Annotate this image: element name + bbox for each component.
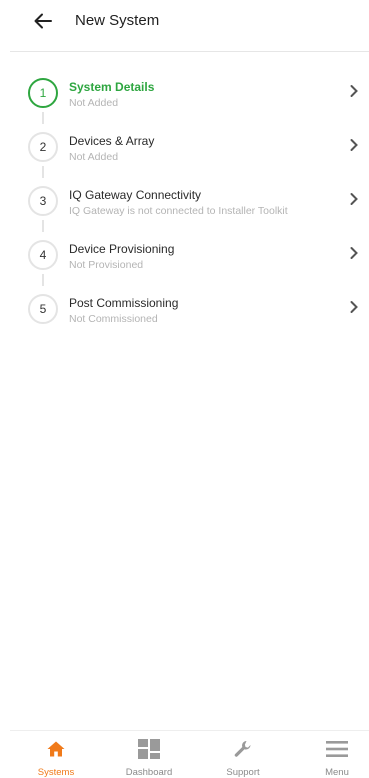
step-number-circle: 2 — [28, 132, 58, 162]
chevron-right-icon — [350, 247, 358, 259]
step-status: IQ Gateway is not connected to Installer… — [69, 205, 288, 217]
chevron-right-icon — [350, 85, 358, 97]
step-devices-array[interactable]: 2 Devices & Array Not Added — [0, 126, 369, 170]
arrow-left-icon — [34, 13, 52, 29]
step-number-circle: 5 — [28, 294, 58, 324]
nav-divider — [10, 730, 369, 731]
step-number-circle: 3 — [28, 186, 58, 216]
chevron-right-icon — [350, 139, 358, 151]
nav-dashboard[interactable]: Dashboard — [114, 738, 184, 778]
step-title: IQ Gateway Connectivity — [69, 188, 202, 202]
home-icon — [45, 738, 67, 760]
wrench-icon — [232, 738, 254, 760]
page-title: New System — [75, 12, 160, 29]
step-status: Not Added — [69, 151, 119, 163]
step-title: Device Provisioning — [69, 242, 175, 256]
app-root: New System 1 System Details Not Added 2 … — [0, 0, 369, 778]
nav-systems[interactable]: Systems — [21, 738, 91, 778]
header: New System — [0, 0, 369, 52]
nav-support[interactable]: Support — [208, 738, 278, 778]
step-connector — [42, 112, 44, 124]
dashboard-icon — [138, 738, 160, 760]
step-number-circle: 1 — [28, 78, 58, 108]
step-title: Devices & Array — [69, 134, 155, 148]
nav-menu[interactable]: Menu — [302, 738, 369, 778]
nav-label: Systems — [37, 767, 75, 778]
step-connector — [42, 220, 44, 232]
bottom-nav: Systems Dashboard Support Menu — [0, 730, 369, 778]
step-iq-gateway-connectivity[interactable]: 3 IQ Gateway Connectivity IQ Gateway is … — [0, 180, 369, 224]
step-connector — [42, 274, 44, 286]
step-status: Not Added — [69, 97, 119, 109]
step-status: Not Commissioned — [69, 313, 158, 325]
step-number-circle: 4 — [28, 240, 58, 270]
nav-label: Support — [226, 767, 260, 778]
step-system-details[interactable]: 1 System Details Not Added — [0, 72, 369, 116]
step-title: Post Commissioning — [69, 296, 179, 310]
menu-icon — [326, 738, 348, 760]
chevron-right-icon — [350, 193, 358, 205]
nav-label: Dashboard — [125, 767, 173, 778]
step-connector — [42, 166, 44, 178]
step-post-commissioning[interactable]: 5 Post Commissioning Not Commissioned — [0, 288, 369, 332]
nav-label: Menu — [325, 767, 349, 778]
step-device-provisioning[interactable]: 4 Device Provisioning Not Provisioned — [0, 234, 369, 278]
chevron-right-icon — [350, 301, 358, 313]
back-button[interactable] — [30, 8, 56, 34]
step-status: Not Provisioned — [69, 259, 144, 271]
header-divider — [10, 51, 369, 52]
step-title: System Details — [69, 80, 155, 94]
